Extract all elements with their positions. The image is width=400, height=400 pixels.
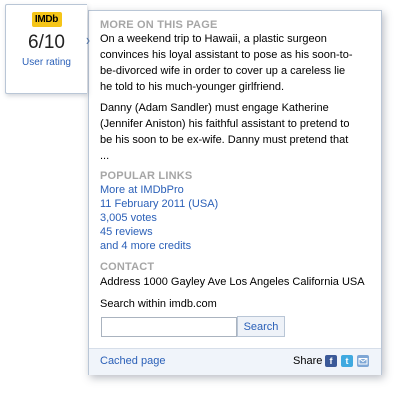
- cached-page-link[interactable]: Cached page: [100, 355, 165, 367]
- summary-line: he told to his much-younger girlfriend.: [100, 81, 285, 93]
- contact-address: Address 1000 Gayley Ave Los Angeles Cali…: [100, 276, 365, 288]
- facebook-icon[interactable]: f: [325, 355, 337, 367]
- preview-panel: MORE ON THIS PAGE On a weekend trip to H…: [88, 10, 382, 375]
- panel-footer: Cached page Share f t: [89, 348, 381, 375]
- search-label: Search within imdb.com: [100, 298, 217, 310]
- rating-value: 6/10: [28, 32, 65, 53]
- cast-line: Danny (Adam Sandler) must engage Katheri…: [100, 102, 329, 114]
- twitter-icon[interactable]: t: [341, 355, 353, 367]
- cast-line: ...: [100, 150, 110, 162]
- search-button[interactable]: Search: [237, 316, 285, 337]
- summary-line: convinces his loyal assistant to pose as…: [100, 49, 353, 61]
- imdb-logo: IMDb: [31, 12, 62, 27]
- more-heading: MORE ON THIS PAGE: [100, 19, 218, 31]
- chevron-right-icon: ›: [86, 30, 90, 50]
- release-date-link[interactable]: 11 February 2011 (USA): [100, 197, 218, 211]
- more-credits-link[interactable]: and 4 more credits: [100, 239, 191, 253]
- share-label: Share: [293, 355, 323, 367]
- cast-line: be his soon to be ex-wife. Danny must pr…: [100, 134, 349, 146]
- cast-text: Danny (Adam Sandler) must engage Katheri…: [100, 100, 375, 164]
- popular-heading: POPULAR LINKS: [100, 170, 193, 182]
- search-input[interactable]: [101, 317, 237, 337]
- imdbpro-link[interactable]: More at IMDbPro: [100, 183, 184, 197]
- summary-line: be-divorced wife in order to cover up a …: [100, 65, 346, 77]
- reviews-link[interactable]: 45 reviews: [100, 225, 153, 239]
- cast-line: (Jennifer Aniston) his faithful assistan…: [100, 118, 350, 130]
- email-icon[interactable]: [357, 355, 369, 367]
- votes-link[interactable]: 3,005 votes: [100, 211, 157, 225]
- rating-badge[interactable]: IMDb 6/10 User rating: [5, 4, 87, 94]
- summary-line: On a weekend trip to Hawaii, a plastic s…: [100, 33, 327, 45]
- rating-label[interactable]: User rating: [6, 57, 87, 68]
- contact-heading: CONTACT: [100, 261, 155, 273]
- summary-text: On a weekend trip to Hawaii, a plastic s…: [100, 31, 375, 95]
